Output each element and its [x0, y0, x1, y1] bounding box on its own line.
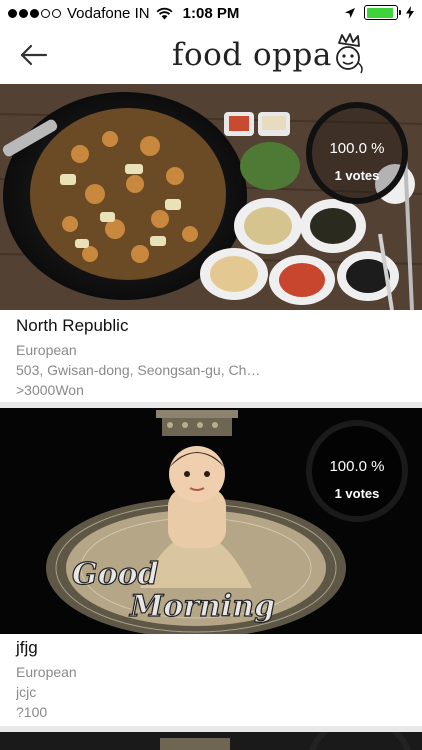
status-bar: Vodafone IN 1:08 PM — [0, 0, 422, 28]
back-arrow-icon[interactable] — [18, 40, 52, 70]
restaurant-card[interactable]: 100.0 % 1 votes North Republic European … — [0, 84, 422, 408]
image-caption-good: Good — [72, 557, 159, 592]
location-arrow-icon — [345, 7, 355, 18]
rating-percent: 100.0 % — [329, 458, 385, 475]
restaurant-card-partial[interactable] — [0, 732, 422, 750]
rating-votes: 1 votes — [334, 486, 380, 501]
restaurant-photo-partial — [0, 732, 422, 750]
restaurant-name: North Republic — [16, 316, 129, 335]
restaurant-address: 503, Gwisan-dong, Seongsan-gu, Ch… — [16, 362, 261, 378]
restaurant-price: >3000Won — [16, 382, 84, 398]
chef-mascot-icon — [335, 33, 363, 74]
charging-bolt-icon — [406, 6, 414, 19]
restaurant-address: jcjc — [16, 684, 37, 700]
rating-ring: 100.0 % 1 votes — [304, 418, 410, 524]
restaurant-cuisine: European — [16, 664, 77, 680]
rating-percent: 100.0 % — [329, 140, 385, 157]
rating-votes: 1 votes — [334, 168, 380, 183]
image-caption-morning: Morning — [129, 589, 275, 624]
battery-icon — [364, 5, 401, 20]
restaurant-card[interactable]: Good Morning 100.0 % 1 votes jfjg Europe… — [0, 408, 422, 730]
status-icons — [344, 5, 414, 20]
logo-wordmark: food oppa — [172, 37, 332, 73]
restaurant-price: ?100 — [16, 704, 48, 720]
navigation-bar: food oppa — [0, 28, 422, 84]
app-logo: food oppa — [172, 30, 366, 80]
rating-ring: 100.0 % 1 votes — [304, 100, 410, 206]
restaurant-cuisine: European — [16, 342, 77, 358]
restaurant-name: jfjg — [16, 638, 38, 657]
